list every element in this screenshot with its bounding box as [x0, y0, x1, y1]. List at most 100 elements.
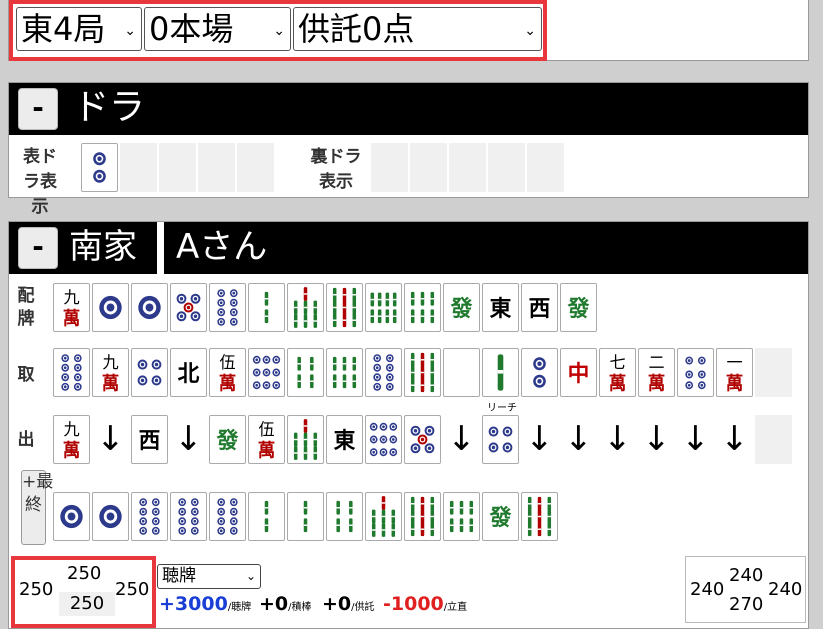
empty-tile-slot[interactable] [120, 143, 157, 192]
tile-9-sou[interactable] [326, 283, 363, 332]
tile-7-sou[interactable] [287, 283, 324, 332]
tile-7-man[interactable]: 七萬 [599, 348, 636, 397]
honba-select-value: 0本場 [149, 10, 234, 48]
dora-title: ドラ [73, 87, 146, 128]
tile-2-sou[interactable] [248, 283, 285, 332]
result-select[interactable]: 聴牌 ⌄ [157, 564, 261, 589]
tile-west[interactable]: 西 [131, 415, 168, 464]
down-arrow-icon: ↓ [174, 419, 203, 459]
tile-2-pin[interactable] [521, 348, 558, 397]
tile-1-sou[interactable] [482, 348, 519, 397]
empty-tile-slot[interactable] [449, 143, 486, 192]
down-arrow-icon: ↓ [603, 419, 632, 459]
tile-4-sou[interactable] [326, 492, 363, 541]
tile-8-pin[interactable] [365, 348, 402, 397]
empty-tile-slot[interactable] [488, 143, 525, 192]
score-top: 250 [67, 563, 102, 584]
down-arrow-icon: ↓ [720, 419, 749, 459]
tile-5-pin[interactable] [404, 415, 441, 464]
delta-tenpai-label: /聴牌 [227, 602, 252, 613]
seat-wind: 南家 [69, 227, 137, 267]
tile-8-pin[interactable] [209, 492, 246, 541]
empty-tile-slot[interactable] [159, 143, 196, 192]
tile-7-sou[interactable] [287, 415, 324, 464]
round-select-value: 東4局 [21, 10, 106, 48]
tile-west[interactable]: 西 [521, 283, 558, 332]
tile-2-sou[interactable] [248, 492, 285, 541]
svg-text:中: 中 [568, 360, 590, 386]
deposit-select[interactable]: 供託0点 ⌄ [293, 7, 542, 51]
svg-text:西: 西 [139, 427, 161, 453]
tile-9-sou[interactable] [404, 492, 441, 541]
empty-tile-slot[interactable] [198, 143, 235, 192]
score-left: 250 [19, 579, 54, 600]
tile-1-pin[interactable] [92, 492, 129, 541]
tile-6-sou[interactable] [443, 492, 480, 541]
empty-tile-slot[interactable] [410, 143, 447, 192]
svg-text:九: 九 [63, 420, 79, 439]
delta-deposit-label: /供託 [351, 602, 375, 613]
empty-tile-slot[interactable] [755, 348, 792, 397]
tile-5-man[interactable]: 伍萬 [209, 348, 246, 397]
tile-5-man[interactable]: 伍萬 [248, 415, 285, 464]
tile-8-pin[interactable] [209, 283, 246, 332]
tile-9-pin[interactable] [365, 415, 402, 464]
empty-tile-slot[interactable] [755, 415, 792, 464]
tile-red[interactable]: 中 [560, 348, 597, 397]
tile-2-pin[interactable] [81, 143, 118, 192]
tile-4-pin[interactable] [131, 348, 168, 397]
tile-9-sou[interactable] [521, 492, 558, 541]
empty-tile-slot[interactable] [237, 143, 274, 192]
svg-text:發: 發 [567, 295, 591, 321]
round-select[interactable]: 東4局 ⌄ [16, 7, 142, 51]
player-collapse-button[interactable]: - [18, 227, 58, 269]
tile-1-pin[interactable] [53, 492, 90, 541]
tile-east[interactable]: 東 [326, 415, 363, 464]
omote-dora-label: 表ドラ表示 [23, 147, 57, 217]
tile-8-pin[interactable] [131, 492, 168, 541]
tile-4-pin[interactable] [482, 415, 519, 464]
dora-header: - ドラ [9, 83, 808, 135]
svg-text:九: 九 [63, 288, 79, 307]
tile-green[interactable]: 發 [482, 492, 519, 541]
svg-text:萬: 萬 [726, 373, 744, 394]
dora-panel: - ドラ 表ドラ表示 裏ドラ表示 [8, 82, 809, 217]
tile-8-sou[interactable] [365, 283, 402, 332]
tile-1-pin[interactable] [92, 283, 129, 332]
tile-8-pin[interactable] [170, 492, 207, 541]
player-name[interactable]: Aさん [176, 222, 267, 274]
tile-1-man[interactable]: 一萬 [716, 348, 753, 397]
dora-collapse-button[interactable]: - [18, 88, 58, 130]
tile-6-pin[interactable] [677, 348, 714, 397]
tile-green[interactable]: 發 [443, 283, 480, 332]
tile-7-sou[interactable] [365, 492, 402, 541]
tile-8-pin[interactable] [53, 348, 90, 397]
tile-9-pin[interactable] [248, 348, 285, 397]
tile-green[interactable]: 發 [209, 415, 246, 464]
result-score-right: 240 [768, 579, 803, 600]
honba-select[interactable]: 0本場 ⌄ [144, 7, 291, 51]
tile-6-sou[interactable] [404, 283, 441, 332]
tile-9-man[interactable]: 九萬 [53, 283, 90, 332]
tile-9-man[interactable]: 九萬 [92, 348, 129, 397]
tile-2-man[interactable]: 二萬 [638, 348, 675, 397]
svg-text:北: 北 [178, 360, 200, 386]
tile-2-sou[interactable] [287, 492, 324, 541]
tile-north[interactable]: 北 [170, 348, 207, 397]
tile-1-pin[interactable] [131, 283, 168, 332]
tile-9-sou[interactable] [404, 348, 441, 397]
tile-blank[interactable] [443, 348, 480, 397]
svg-text:東: 東 [490, 295, 512, 321]
empty-tile-slot[interactable] [527, 143, 564, 192]
tile-9-man[interactable]: 九萬 [53, 415, 90, 464]
final-hand-button[interactable]: +最終 [21, 470, 53, 545]
tile-6-sou[interactable] [326, 348, 363, 397]
tile-4-sou[interactable] [287, 348, 324, 397]
down-arrow-icon: ↓ [525, 419, 554, 459]
empty-tile-slot[interactable] [371, 143, 408, 192]
svg-text:伍: 伍 [219, 353, 235, 372]
tile-5-pin[interactable] [170, 283, 207, 332]
tile-east[interactable]: 東 [482, 283, 519, 332]
svg-text:萬: 萬 [102, 373, 120, 394]
tile-green[interactable]: 發 [560, 283, 597, 332]
